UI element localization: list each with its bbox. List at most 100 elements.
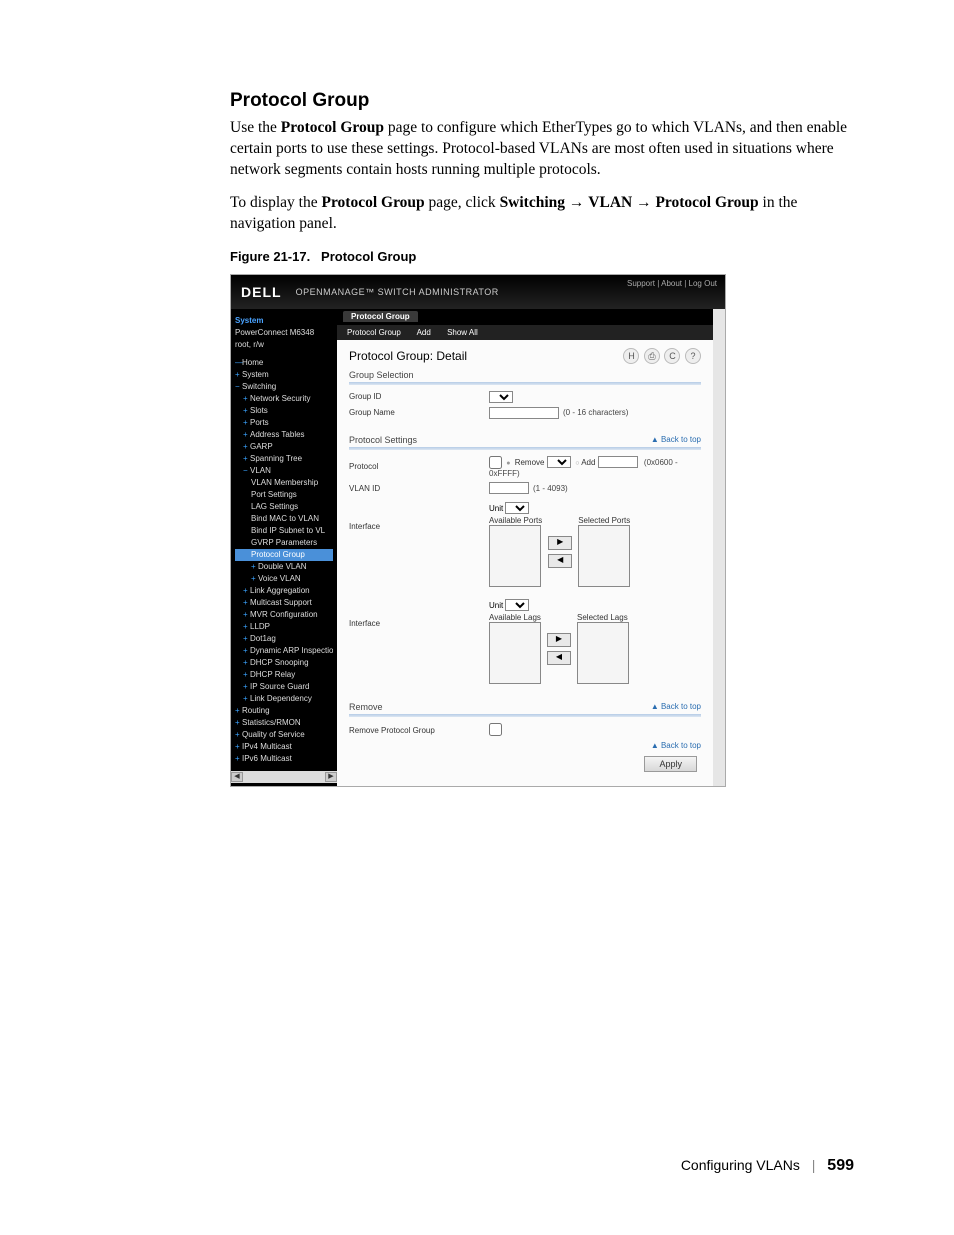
- scroll-right-icon[interactable]: ▶: [325, 772, 337, 782]
- print-icon[interactable]: ⎙: [644, 348, 660, 364]
- tree-item[interactable]: VLAN Membership: [235, 477, 333, 489]
- subtab-show-all[interactable]: Show All: [447, 328, 478, 337]
- tree-item[interactable]: +Multicast Support: [235, 597, 333, 609]
- tree-item[interactable]: +System: [235, 369, 333, 381]
- subtab-detail[interactable]: Protocol Group: [347, 328, 401, 337]
- tree-plus-icon: +: [243, 645, 250, 657]
- apply-button[interactable]: Apply: [644, 756, 697, 772]
- tree-minus-icon: −: [235, 381, 242, 393]
- section-protocol-settings: Protocol Settings ▲ Back to top: [349, 435, 701, 445]
- label-unit: Unit: [489, 504, 503, 513]
- tree-item[interactable]: +GARP: [235, 441, 333, 453]
- nav-switching: Switching: [500, 194, 565, 211]
- group-name-field[interactable]: [489, 407, 559, 419]
- available-lags-listbox[interactable]: [489, 622, 541, 684]
- sidebar-user: root, r/w: [235, 339, 333, 351]
- tab-protocol-group[interactable]: Protocol Group: [343, 311, 418, 322]
- tree-item[interactable]: LAG Settings: [235, 501, 333, 513]
- vlan-id-field[interactable]: [489, 482, 529, 494]
- back-to-top-link[interactable]: ▲ Back to top: [651, 435, 701, 444]
- move-left-button[interactable]: ◀: [548, 554, 572, 568]
- tree-item[interactable]: +Link Aggregation: [235, 585, 333, 597]
- tree-item-selected[interactable]: Protocol Group: [235, 549, 333, 561]
- term-protocol-group: Protocol Group: [281, 119, 384, 136]
- tree-item[interactable]: +Network Security: [235, 393, 333, 405]
- tree-item[interactable]: +IP Source Guard: [235, 681, 333, 693]
- tree-item[interactable]: +MVR Configuration: [235, 609, 333, 621]
- tree-item[interactable]: −VLAN: [235, 465, 333, 477]
- tree-item[interactable]: GVRP Parameters: [235, 537, 333, 549]
- refresh-icon[interactable]: C: [664, 348, 680, 364]
- protocol-remove-select[interactable]: [547, 456, 571, 468]
- tree-item[interactable]: +Address Tables: [235, 429, 333, 441]
- paragraph-2: To display the Protocol Group page, clic…: [230, 193, 854, 235]
- sidebar-hscrollbar[interactable]: ◀ ▶: [231, 771, 337, 783]
- tabbar: Protocol Group: [337, 309, 713, 325]
- selected-lags-listbox[interactable]: [577, 622, 629, 684]
- tree-item[interactable]: Bind IP Subnet to VL: [235, 525, 333, 537]
- text: Use the: [230, 119, 281, 136]
- available-ports-listbox[interactable]: [489, 525, 541, 587]
- tree-item[interactable]: +Dynamic ARP Inspection: [235, 645, 333, 657]
- tree-plus-icon: +: [235, 753, 242, 765]
- scroll-left-icon[interactable]: ◀: [231, 772, 243, 782]
- tree-item[interactable]: +IPv6 Multicast: [235, 753, 333, 765]
- label-interface-lags: Interface: [349, 599, 489, 684]
- protocol-add-field[interactable]: [598, 456, 638, 468]
- tree-item[interactable]: +DHCP Snooping: [235, 657, 333, 669]
- label-selected-ports: Selected Ports: [578, 516, 630, 525]
- tree-item[interactable]: +Statistics/RMON: [235, 717, 333, 729]
- top-links[interactable]: Support | About | Log Out: [627, 279, 717, 288]
- tree-plus-icon: +: [243, 657, 250, 669]
- figure-caption: Figure 21-17. Protocol Group: [230, 249, 854, 264]
- tree-plus-icon: +: [235, 717, 242, 729]
- subtab-add[interactable]: Add: [417, 328, 431, 337]
- back-to-top-link[interactable]: ▲ Back to top: [651, 741, 701, 750]
- dell-logo: DELL: [241, 284, 282, 300]
- footer-chapter: Configuring VLANs: [681, 1157, 800, 1173]
- help-icon[interactable]: ?: [685, 348, 701, 364]
- tree-plus-icon: +: [243, 417, 250, 429]
- selected-ports-listbox[interactable]: [578, 525, 630, 587]
- unit-select-ports[interactable]: [505, 502, 529, 514]
- app-topbar: DELL OPENMANAGE™ SWITCH ADMINISTRATOR Su…: [231, 275, 725, 309]
- tree-item[interactable]: Bind MAC to VLAN: [235, 513, 333, 525]
- main-vscrollbar[interactable]: [713, 309, 725, 786]
- tree-plus-icon: +: [243, 633, 250, 645]
- back-to-top-link[interactable]: ▲ Back to top: [651, 702, 701, 711]
- tree-plus-icon: +: [243, 405, 250, 417]
- tree-item[interactable]: +Link Dependency: [235, 693, 333, 705]
- move-right-button[interactable]: ▶: [547, 633, 571, 647]
- tree-item[interactable]: +Slots: [235, 405, 333, 417]
- group-id-select[interactable]: [489, 391, 513, 403]
- tree-item[interactable]: +Routing: [235, 705, 333, 717]
- arrow: →: [632, 194, 655, 211]
- tree-item[interactable]: +Quality of Service: [235, 729, 333, 741]
- move-left-button[interactable]: ◀: [547, 651, 571, 665]
- unit-select-lags[interactable]: [505, 599, 529, 611]
- label-unit: Unit: [489, 601, 503, 610]
- save-icon[interactable]: H: [623, 348, 639, 364]
- tree-item[interactable]: —Home: [235, 357, 333, 369]
- tree-item[interactable]: +Dot1ag: [235, 633, 333, 645]
- app-title: OPENMANAGE™ SWITCH ADMINISTRATOR: [296, 287, 499, 297]
- move-right-button[interactable]: ▶: [548, 536, 572, 550]
- tree-item[interactable]: +Double VLAN: [235, 561, 333, 573]
- tree-item[interactable]: +IPv4 Multicast: [235, 741, 333, 753]
- tree-item[interactable]: +Voice VLAN: [235, 573, 333, 585]
- tree-item[interactable]: +LLDP: [235, 621, 333, 633]
- term-protocol-group: Protocol Group: [321, 194, 424, 211]
- hint-group-name: (0 - 16 characters): [563, 408, 628, 417]
- label-vlan-id: VLAN ID: [349, 484, 489, 493]
- tree-item[interactable]: +DHCP Relay: [235, 669, 333, 681]
- tree-item[interactable]: +Ports: [235, 417, 333, 429]
- remove-protocol-group-checkbox[interactable]: [489, 723, 502, 736]
- main-panel: Protocol Group Protocol Group Add Show A…: [337, 309, 713, 786]
- tree-item[interactable]: Port Settings: [235, 489, 333, 501]
- label-remove-protocol-group: Remove Protocol Group: [349, 726, 489, 735]
- tree-item[interactable]: −Switching: [235, 381, 333, 393]
- label-protocol: Protocol: [349, 462, 489, 471]
- tree-item[interactable]: +Spanning Tree: [235, 453, 333, 465]
- protocol-checkbox[interactable]: [489, 456, 502, 469]
- label-group-id: Group ID: [349, 392, 489, 401]
